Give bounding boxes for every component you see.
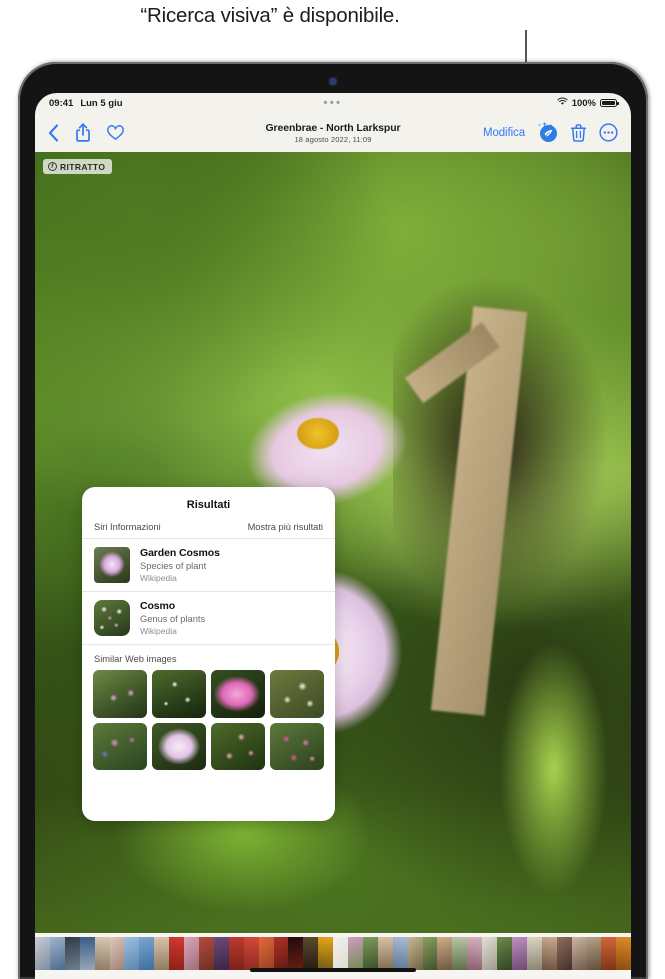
toolbar-left-group [48, 123, 124, 142]
portrait-badge-label: RITRATTO [60, 161, 106, 172]
toolbar-right-group: Modifica [483, 121, 618, 143]
portrait-badge: f RITRATTO [43, 159, 113, 174]
result-name: Garden Cosmos [140, 547, 220, 559]
aperture-icon: f [48, 162, 57, 171]
result-text-block: Garden Cosmos Species of plant Wikipedia [140, 547, 220, 583]
garden-cosmos-thumbnail-icon [94, 547, 130, 583]
filmstrip-thumbnail[interactable] [526, 937, 542, 970]
show-more-results-link[interactable]: Mostra più risultati [248, 522, 323, 532]
result-name: Cosmo [140, 600, 176, 612]
filmstrip-thumbnail[interactable] [198, 937, 214, 970]
filmstrip-thumbnail[interactable] [243, 937, 259, 970]
similar-image-cell[interactable] [93, 722, 147, 771]
filmstrip-thumbnail[interactable] [467, 937, 483, 970]
result-source: Wikipedia [140, 573, 177, 583]
filmstrip-thumbnail[interactable] [497, 937, 512, 970]
filmstrip-thumbnail[interactable] [452, 937, 468, 970]
filmstrip-thumbnail[interactable] [303, 937, 319, 970]
similar-image-cell[interactable] [211, 670, 265, 718]
visual-lookup-results-panel: Risultati Siri Informazioni Mostra più r… [82, 487, 335, 821]
filmstrip-thumbnail[interactable] [79, 937, 95, 970]
filmstrip-thumbnail[interactable] [318, 937, 334, 970]
result-source: Wikipedia [140, 626, 177, 636]
filmstrip-thumbnail[interactable] [437, 937, 453, 970]
filmstrip-thumbnail[interactable] [601, 937, 617, 970]
ipad-screen: 09:41 Lun 5 giu ••• 100% Greenbrae - Nor… [35, 93, 631, 979]
home-indicator[interactable] [250, 968, 416, 972]
result-description: Species of plant [140, 561, 207, 571]
photo-viewer[interactable]: f RITRATTO Risultati Siri Informazioni M… [35, 152, 631, 933]
filmstrip-thumbnail[interactable] [333, 937, 349, 970]
more-options-icon[interactable] [599, 123, 618, 142]
photo-filmstrip[interactable] [35, 933, 631, 979]
edit-button[interactable]: Modifica [483, 127, 525, 139]
filmstrip-thumbnail[interactable] [64, 937, 80, 970]
filmstrip-thumbnail[interactable] [184, 937, 199, 970]
filmstrip-thumbnail[interactable] [616, 937, 631, 970]
filmstrip-thumbnail[interactable] [407, 937, 423, 970]
similar-images-heading: Similar Web images [94, 654, 177, 664]
similar-image-cell[interactable] [211, 722, 265, 771]
filmstrip-thumbnail[interactable] [258, 937, 274, 970]
filmstrip-thumbnail[interactable] [49, 937, 65, 970]
filmstrip-thumbnail[interactable] [213, 937, 229, 970]
similar-image-cell[interactable] [93, 670, 147, 718]
similar-images-grid [82, 670, 335, 771]
filmstrip-thumbnail[interactable] [154, 937, 170, 970]
filmstrip-thumbnail[interactable] [94, 937, 110, 970]
status-bar: 09:41 Lun 5 giu ••• 100% [35, 93, 631, 113]
battery-icon [600, 99, 619, 107]
filmstrip-thumbnail[interactable] [109, 937, 125, 970]
filmstrip-thumbnail[interactable] [228, 937, 244, 970]
filmstrip-thumbnail[interactable] [586, 937, 602, 970]
callout-text: “Ricerca visiva” è disponibile. [140, 4, 400, 27]
result-text-block: Cosmo Genus of plants Wikipedia [140, 600, 205, 636]
similar-image-cell[interactable] [152, 670, 206, 718]
filmstrip-thumbnail[interactable] [273, 937, 289, 970]
filmstrip-thumbnail[interactable] [124, 937, 140, 970]
similar-image-cell[interactable] [152, 722, 206, 771]
back-icon[interactable] [48, 123, 59, 142]
share-icon[interactable] [76, 123, 90, 142]
filmstrip-thumbnail[interactable] [348, 937, 363, 970]
siri-knowledge-link[interactable]: Siri Informazioni [94, 522, 161, 532]
filmstrip-thumbnail[interactable] [35, 937, 50, 970]
photo-toolbar: Greenbrae - North Larkspur 18 agosto 202… [35, 113, 631, 152]
cosmo-thumbnail-icon [94, 600, 130, 636]
filmstrip-thumbnail[interactable] [392, 937, 408, 970]
ipad-device: 09:41 Lun 5 giu ••• 100% Greenbrae - Nor… [18, 62, 648, 979]
filmstrip-thumbnail[interactable] [571, 937, 587, 970]
favorite-heart-icon[interactable] [107, 124, 124, 141]
visual-look-up-badge [540, 124, 557, 142]
filmstrip-thumbnail[interactable] [362, 937, 378, 970]
result-description: Genus of plants [140, 614, 206, 624]
filmstrip-thumbnail[interactable] [512, 937, 527, 970]
filmstrip-thumbnail[interactable] [169, 937, 185, 970]
filmstrip-thumbnail[interactable] [482, 937, 498, 970]
results-panel-title: Risultati [186, 499, 231, 511]
visual-look-up-icon[interactable] [538, 121, 558, 143]
similar-image-cell[interactable] [270, 722, 324, 771]
filmstrip-thumbnail[interactable] [139, 937, 155, 970]
results-panel-links: Siri Informazioni Mostra più risultati [82, 522, 335, 539]
multitasking-indicator[interactable]: ••• [35, 97, 631, 108]
filmstrip-thumbnail[interactable] [541, 937, 557, 970]
result-row-cosmo[interactable]: Cosmo Genus of plants Wikipedia [82, 592, 335, 645]
similar-image-cell[interactable] [270, 670, 324, 718]
filmstrip-thumbnails [35, 937, 631, 970]
filmstrip-thumbnail[interactable] [556, 937, 572, 970]
filmstrip-thumbnail[interactable] [422, 937, 438, 970]
front-camera-icon [329, 78, 337, 85]
filmstrip-thumbnail[interactable] [288, 937, 304, 970]
result-row-garden-cosmos[interactable]: Garden Cosmos Species of plant Wikipedia [82, 539, 335, 592]
filmstrip-thumbnail[interactable] [377, 937, 393, 970]
trash-icon[interactable] [571, 123, 586, 142]
